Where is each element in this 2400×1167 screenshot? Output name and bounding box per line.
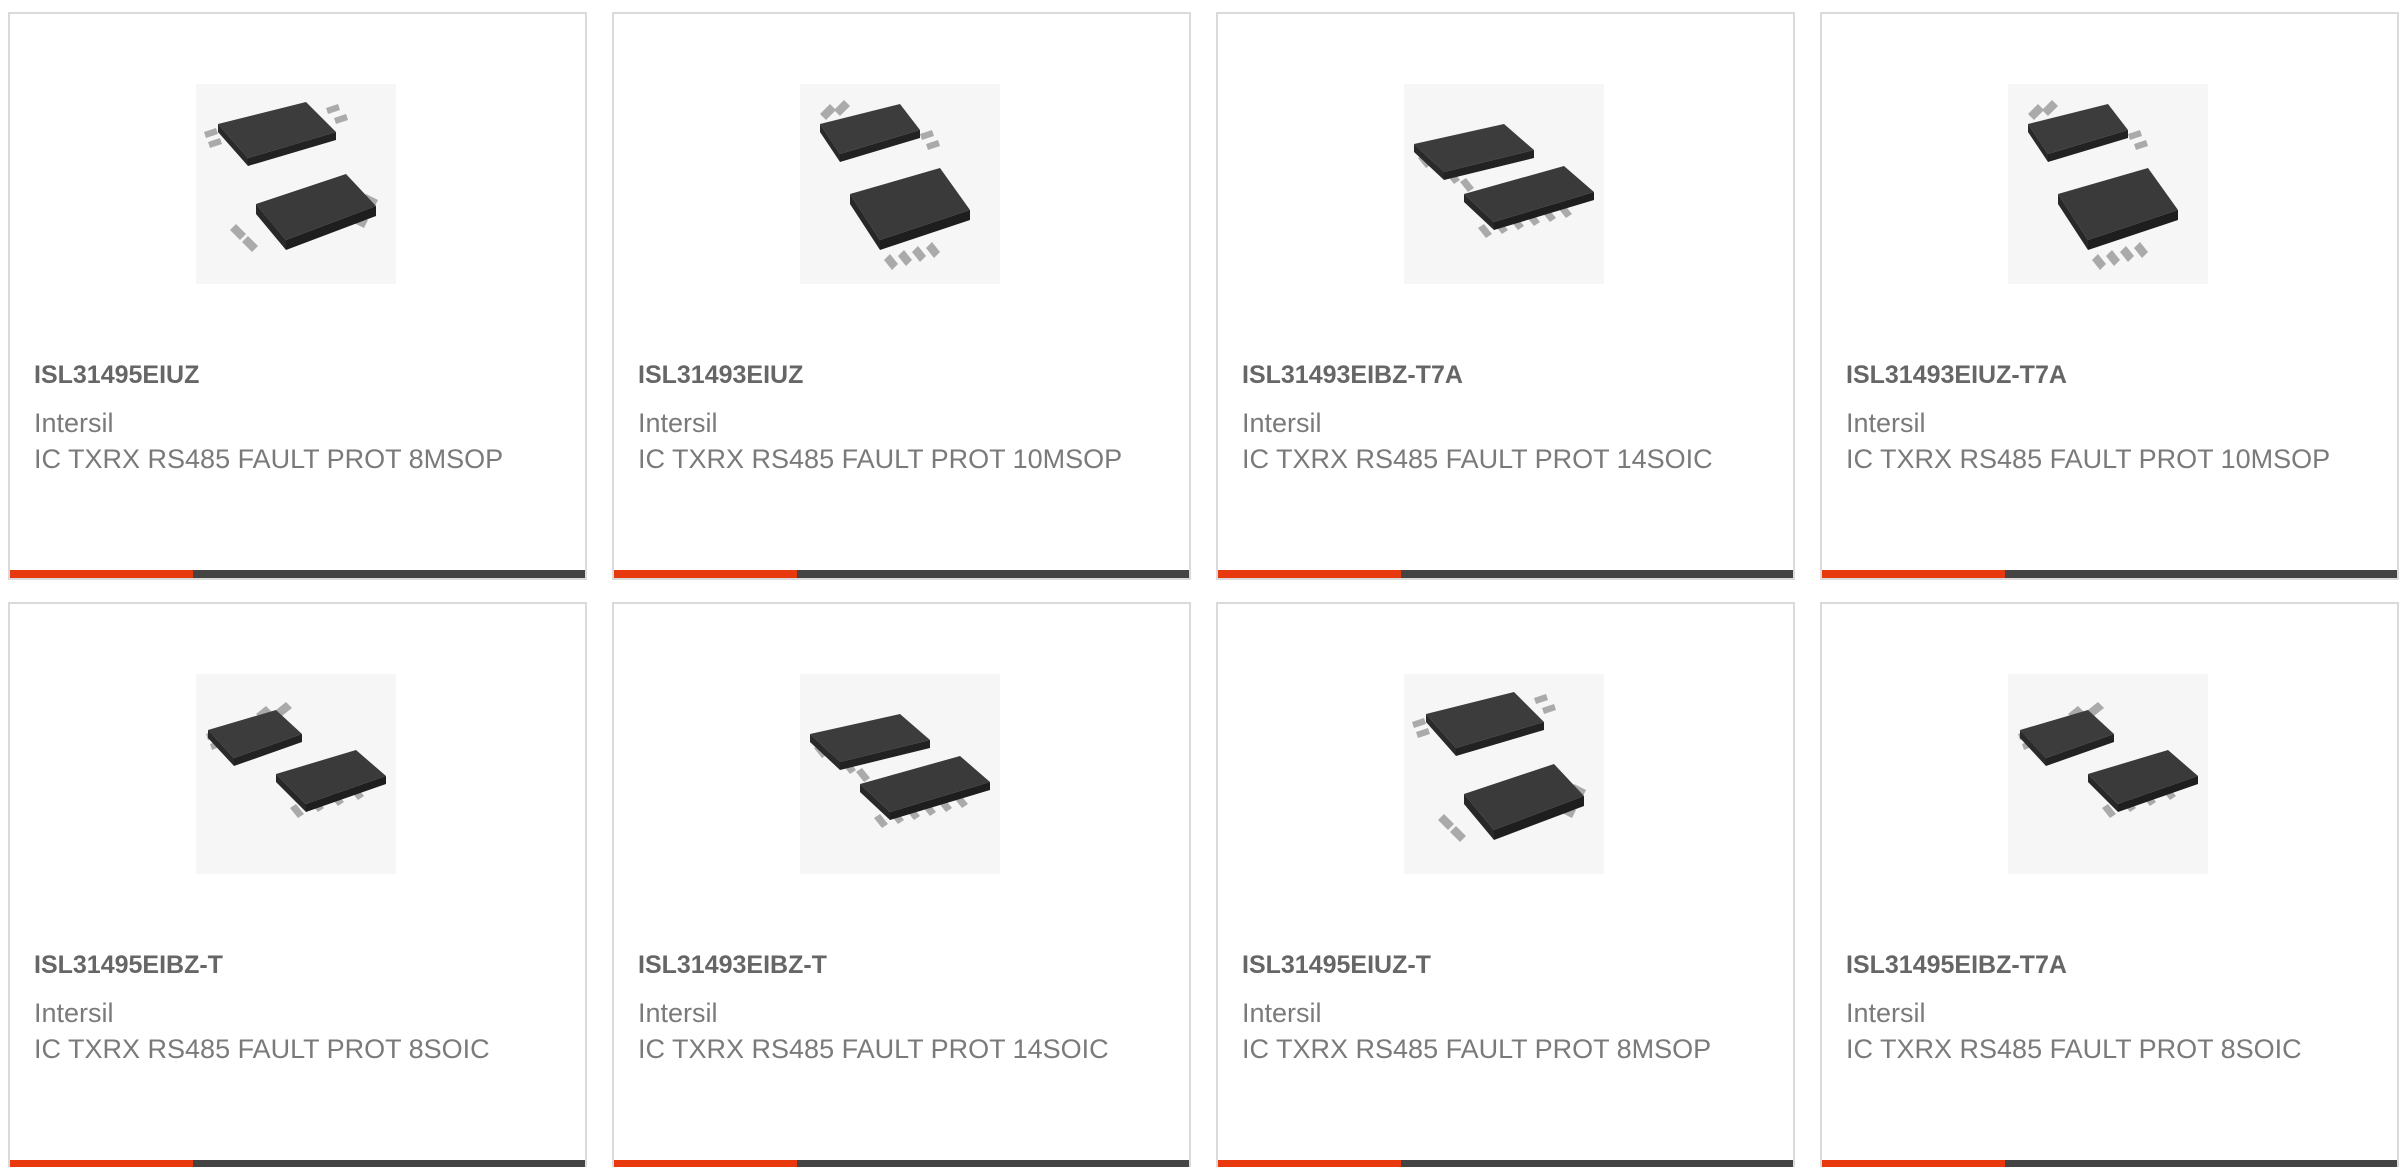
soic-chip-icon[interactable] xyxy=(196,674,396,874)
product-grid: ISL31495EIUZ Intersil IC TXRX RS485 FAUL… xyxy=(0,0,2400,1167)
card-accent-bar xyxy=(1822,570,2005,578)
manufacturer-name: Intersil xyxy=(638,408,718,438)
part-number-link[interactable]: ISL31495EIBZ-T xyxy=(34,947,223,983)
part-number-link[interactable]: ISL31495EIBZ-T7A xyxy=(1846,947,2067,983)
msop-chip-icon[interactable] xyxy=(196,84,396,284)
manufacturer-name: Intersil xyxy=(1242,998,1322,1028)
product-card[interactable]: ISL31493EIUZ-T7A Intersil IC TXRX RS485 … xyxy=(1820,12,2399,580)
msop-chip-icon[interactable] xyxy=(1404,674,1604,874)
part-number-link[interactable]: ISL31493EIBZ-T7A xyxy=(1242,357,1463,393)
chip-image xyxy=(204,102,378,252)
manufacturer-name: Intersil xyxy=(34,998,114,1028)
card-footer-bar xyxy=(614,570,1189,578)
card-accent-bar xyxy=(1218,1160,1401,1167)
product-card[interactable]: ISL31493EIBZ-T7A Intersil IC TXRX RS485 … xyxy=(1216,12,1795,580)
card-footer-bar xyxy=(1822,570,2397,578)
manufacturer-name: Intersil xyxy=(1242,408,1322,438)
product-description: IC TXRX RS485 FAULT PROT 14SOIC xyxy=(1242,444,1713,474)
part-number-link[interactable]: ISL31495EIUZ xyxy=(34,357,199,393)
product-card[interactable]: ISL31495EIBZ-T7A Intersil IC TXRX RS485 … xyxy=(1820,602,2399,1167)
chip-image xyxy=(810,714,990,828)
card-footer-bar xyxy=(10,1160,585,1167)
soic-chip-icon[interactable] xyxy=(800,674,1000,874)
chip-image xyxy=(2028,100,2178,270)
soic-chip-icon[interactable] xyxy=(2008,674,2208,874)
card-accent-bar xyxy=(10,1160,193,1167)
chip-image xyxy=(206,702,386,818)
manufacturer-name: Intersil xyxy=(34,408,114,438)
product-card[interactable]: ISL31493EIBZ-T Intersil IC TXRX RS485 FA… xyxy=(612,602,1191,1167)
product-description: IC TXRX RS485 FAULT PROT 10MSOP xyxy=(638,444,1123,474)
product-card[interactable]: ISL31495EIBZ-T Intersil IC TXRX RS485 FA… xyxy=(8,602,587,1167)
card-footer-bar xyxy=(1822,1160,2397,1167)
soic-chip-icon[interactable] xyxy=(1404,84,1604,284)
chip-image xyxy=(820,100,970,270)
manufacturer-name: Intersil xyxy=(1846,998,1926,1028)
chip-image xyxy=(1412,692,1586,842)
msop-chip-icon[interactable] xyxy=(2008,84,2208,284)
manufacturer-name: Intersil xyxy=(1846,408,1926,438)
msop-chip-icon[interactable] xyxy=(800,84,1000,284)
card-footer-bar xyxy=(1218,1160,1793,1167)
card-accent-bar xyxy=(1218,570,1401,578)
product-description: IC TXRX RS485 FAULT PROT 14SOIC xyxy=(638,1034,1109,1064)
product-description: IC TXRX RS485 FAULT PROT 8MSOP xyxy=(1242,1034,1712,1064)
product-description: IC TXRX RS485 FAULT PROT 10MSOP xyxy=(1846,444,2331,474)
product-description: IC TXRX RS485 FAULT PROT 8SOIC xyxy=(1846,1034,2302,1064)
chip-image xyxy=(2018,702,2198,818)
part-number-link[interactable]: ISL31493EIBZ-T xyxy=(638,947,827,983)
card-footer-bar xyxy=(614,1160,1189,1167)
card-accent-bar xyxy=(614,570,797,578)
part-number-link[interactable]: ISL31493EIUZ-T7A xyxy=(1846,357,2067,393)
card-accent-bar xyxy=(10,570,193,578)
product-description: IC TXRX RS485 FAULT PROT 8MSOP xyxy=(34,444,504,474)
card-accent-bar xyxy=(1822,1160,2005,1167)
chip-image xyxy=(1414,124,1594,238)
product-card[interactable]: ISL31495EIUZ-T Intersil IC TXRX RS485 FA… xyxy=(1216,602,1795,1167)
part-number-link[interactable]: ISL31495EIUZ-T xyxy=(1242,947,1431,983)
manufacturer-name: Intersil xyxy=(638,998,718,1028)
card-accent-bar xyxy=(614,1160,797,1167)
product-card[interactable]: ISL31493EIUZ Intersil IC TXRX RS485 FAUL… xyxy=(612,12,1191,580)
card-footer-bar xyxy=(1218,570,1793,578)
card-footer-bar xyxy=(10,570,585,578)
product-card[interactable]: ISL31495EIUZ Intersil IC TXRX RS485 FAUL… xyxy=(8,12,587,580)
part-number-link[interactable]: ISL31493EIUZ xyxy=(638,357,803,393)
product-description: IC TXRX RS485 FAULT PROT 8SOIC xyxy=(34,1034,490,1064)
